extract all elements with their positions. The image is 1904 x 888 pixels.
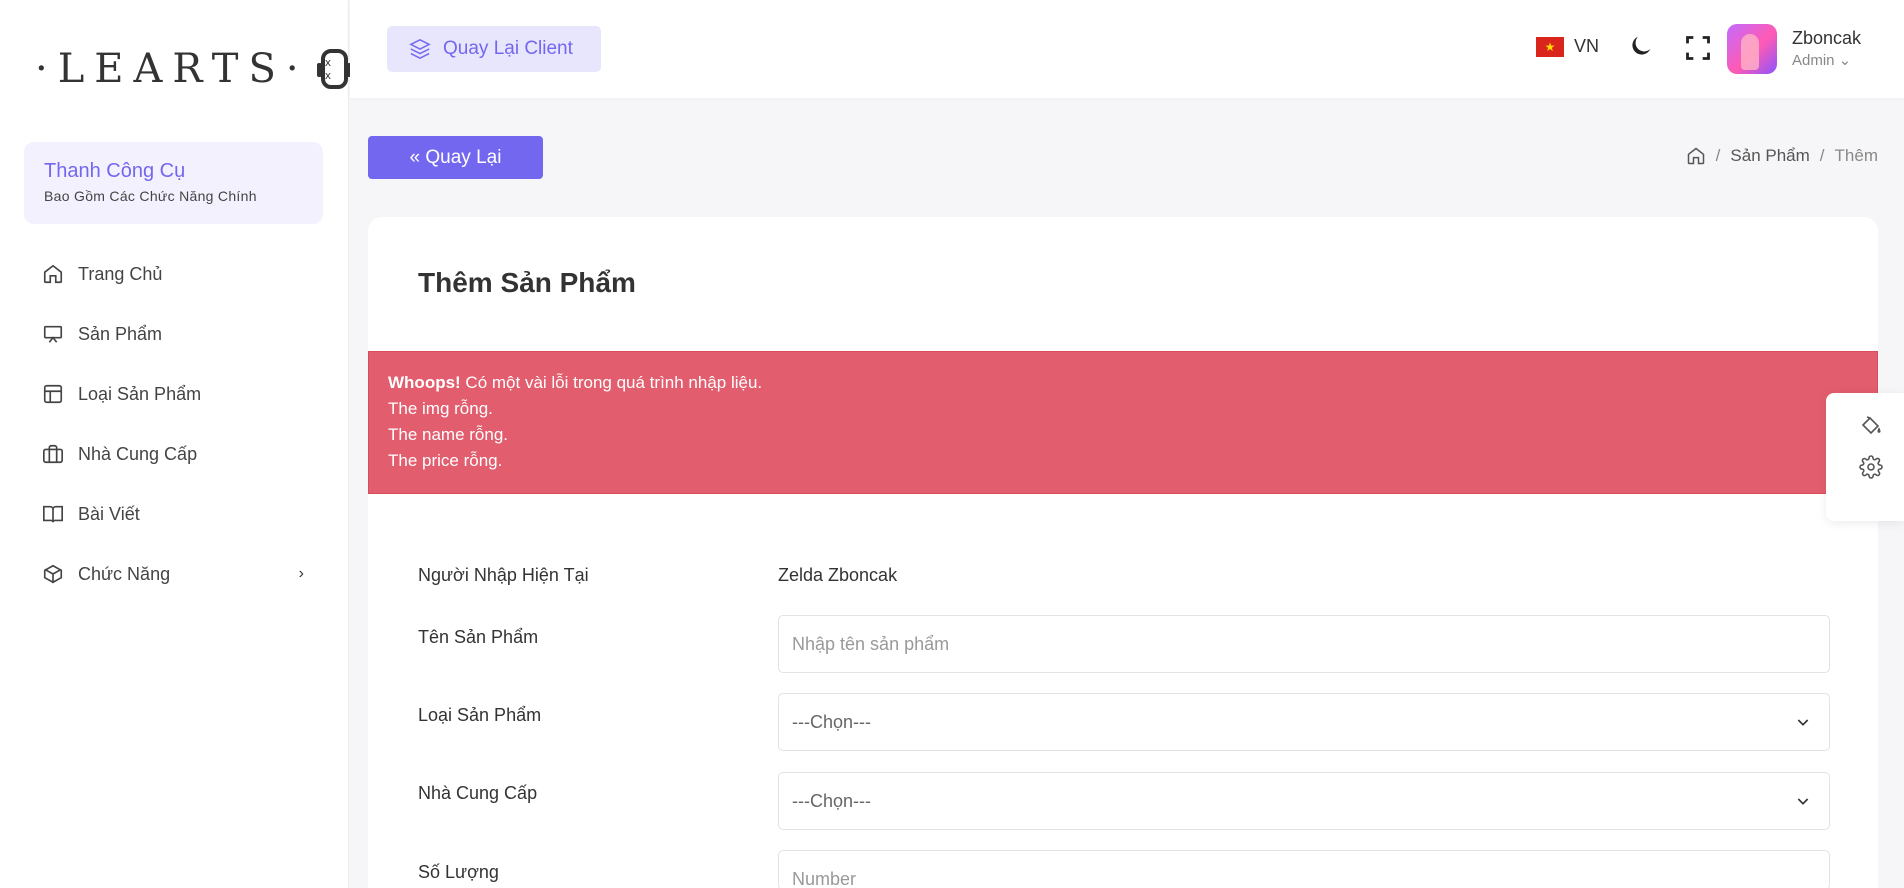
layers-icon — [409, 39, 431, 59]
supplier-label: Nhà Cung Cấp — [418, 783, 538, 803]
quantity-label: Số Lượng — [418, 862, 499, 882]
robot-face: x x — [324, 56, 332, 82]
avatar[interactable] — [1727, 24, 1777, 74]
gear-icon[interactable] — [1859, 455, 1883, 479]
sidebar-menu: Trang Chủ Sản Phẩm Loại Sản Phẩm Nhà Cun… — [0, 244, 348, 604]
toolbar-subtitle: Bao Gồm Các Chức Năng Chính — [44, 188, 257, 204]
breadcrumb-item-add: Thêm — [1834, 146, 1878, 165]
sidebar-item-categories[interactable]: Loại Sản Phẩm — [0, 364, 348, 424]
back-button-label: « Quay Lại — [409, 146, 502, 168]
page-title: Thêm Sản Phẩm — [418, 267, 636, 298]
sidebar-item-posts[interactable]: Bài Viết — [0, 484, 348, 544]
alert-error-item: The name rỗng. — [388, 425, 509, 444]
layout-icon — [43, 384, 63, 404]
monitor-icon — [43, 325, 63, 343]
sidebar-item-suppliers[interactable]: Nhà Cung Cấp — [0, 424, 348, 484]
sidebar-item-label: Chức Năng — [78, 563, 171, 584]
paint-bucket-icon[interactable] — [1859, 413, 1883, 437]
logo-text: ·LEARTS· — [35, 46, 309, 92]
product-name-label: Tên Sản Phẩm — [418, 627, 539, 647]
flag-star: ★ — [1544, 39, 1556, 54]
top-header: Quay Lại Client ★ VN Zboncak Admin ⌄ — [350, 0, 1904, 98]
product-name-field-wrap — [778, 615, 1830, 673]
back-to-client-button[interactable]: Quay Lại Client — [387, 26, 601, 72]
vietnam-flag-icon: ★ — [1536, 36, 1564, 57]
alert-heading: Whoops! Có một vài lỗi trong quá trình n… — [388, 370, 1858, 396]
current-user-value: Zelda Zboncak — [778, 565, 898, 585]
alert-error-item: The img rỗng. — [388, 399, 493, 418]
briefcase-icon — [43, 444, 63, 464]
book-icon — [43, 505, 63, 523]
chevron-down-icon — [1797, 719, 1809, 726]
back-button[interactable]: « Quay Lại — [368, 136, 543, 179]
breadcrumb-separator: / — [1715, 146, 1721, 165]
customizer-panel — [1826, 393, 1904, 521]
current-user-label: Người Nhập Hiện Tại — [418, 565, 589, 585]
sidebar-item-products[interactable]: Sản Phẩm — [0, 304, 348, 364]
home-icon — [43, 264, 63, 284]
sidebar-item-label: Trang Chủ — [78, 263, 163, 284]
user-menu[interactable]: Zboncak Admin ⌄ — [1792, 28, 1861, 69]
user-role: Admin ⌄ — [1792, 52, 1852, 69]
chevron-down-icon — [1797, 798, 1809, 805]
error-alert: Whoops! Có một vài lỗi trong quá trình n… — [368, 351, 1878, 494]
product-name-input[interactable] — [792, 633, 1816, 655]
alert-prefix: Whoops! — [388, 373, 461, 392]
breadcrumb-separator: / — [1819, 146, 1825, 165]
language-selector[interactable]: ★ VN — [1536, 36, 1599, 57]
quantity-input[interactable] — [792, 869, 1816, 888]
toolbar-title: Thanh Công Cụ — [44, 160, 186, 182]
sidebar: ·LEARTS· x x Thanh Công Cụ Bao Gồm Các C… — [0, 0, 353, 888]
breadcrumb-item-products[interactable]: Sản Phẩm — [1730, 146, 1809, 166]
box-icon — [43, 564, 63, 584]
category-label: Loại Sản Phẩm — [418, 705, 542, 725]
sidebar-item-label: Sản Phẩm — [78, 323, 163, 344]
sidebar-item-functions[interactable]: Chức Năng › — [0, 544, 348, 604]
sidebar-item-label: Bài Viết — [78, 503, 140, 524]
alert-message: Có một vài lỗi trong quá trình nhập liệu… — [460, 373, 763, 392]
dark-mode-moon-icon[interactable] — [1627, 32, 1655, 60]
supplier-selected-value: ---Chọn--- — [792, 790, 871, 811]
category-select[interactable]: ---Chọn--- — [778, 693, 1830, 751]
home-icon[interactable] — [1686, 146, 1706, 166]
supplier-select[interactable]: ---Chọn--- — [778, 772, 1830, 830]
alert-error-item: The price rỗng. — [388, 451, 503, 470]
chevron-right-icon: › — [298, 565, 304, 582]
fullscreen-icon[interactable] — [1684, 34, 1712, 62]
robot-logo-icon: x x — [316, 49, 353, 89]
quantity-field-wrap — [778, 850, 1830, 888]
breadcrumb: / Sản Phẩm / Thêm — [1686, 146, 1878, 166]
category-selected-value: ---Chọn--- — [792, 711, 871, 732]
toolbar-info-box: Thanh Công Cụ Bao Gồm Các Chức Năng Chín… — [24, 142, 323, 224]
user-name: Zboncak — [1792, 28, 1862, 48]
sidebar-item-home[interactable]: Trang Chủ — [0, 244, 348, 304]
sidebar-item-label: Loại Sản Phẩm — [78, 383, 202, 404]
sidebar-item-label: Nhà Cung Cấp — [78, 443, 198, 464]
language-code: VN — [1574, 36, 1600, 56]
add-product-card: Thêm Sản Phẩm Whoops! Có một vài lỗi tro… — [368, 217, 1878, 888]
app-logo[interactable]: ·LEARTS· x x — [0, 0, 353, 138]
back-to-client-label: Quay Lại Client — [443, 38, 573, 59]
